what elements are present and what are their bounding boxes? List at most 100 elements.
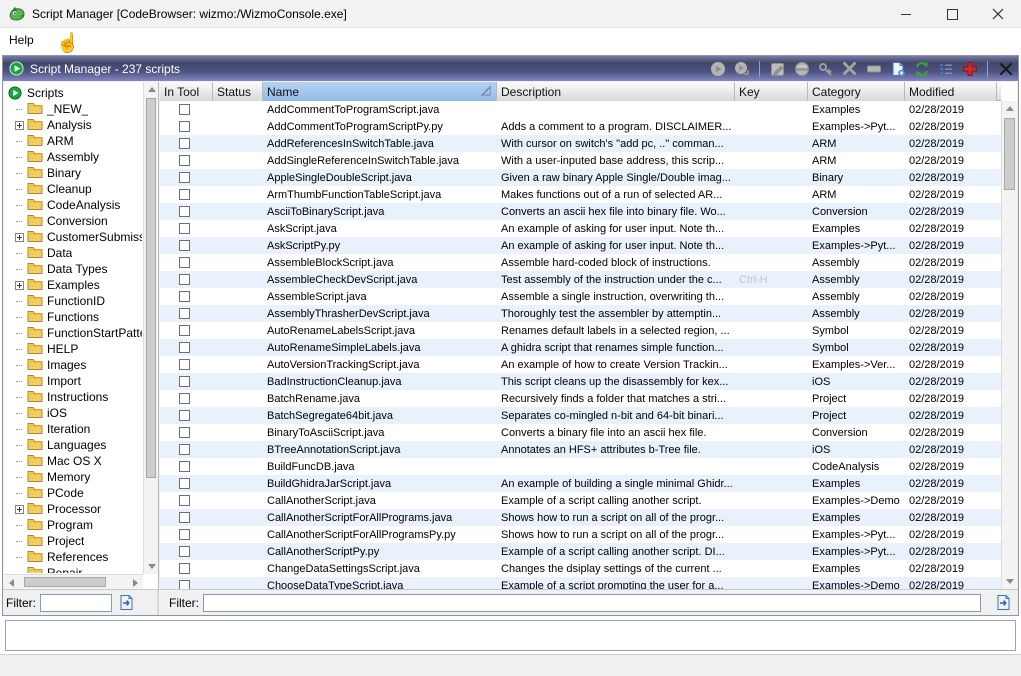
tree-item-data[interactable]: Data [6,245,142,261]
tree-item-program[interactable]: Program [6,517,142,533]
table-row[interactable]: AssemblyThrasherDevScript.java Thoroughly… [160,305,1001,322]
tree-item-memory[interactable]: Memory [6,469,142,485]
tree-item-mac-os-x[interactable]: Mac OS X [6,453,142,469]
assign-keybinding-icon[interactable] [817,60,834,77]
maximize-button[interactable] [929,0,975,28]
intool-checkbox[interactable] [179,444,190,455]
table-row[interactable]: AddSingleReferenceInSwitchTable.java With… [160,152,1001,169]
column-header-description[interactable]: Description [497,82,735,101]
tree-root-scripts[interactable]: Scripts [6,84,142,101]
tree-item-functions[interactable]: Functions [6,309,142,325]
run-last-script-icon[interactable] [733,60,750,77]
table-row[interactable]: AutoVersionTrackingScript.java An example… [160,356,1001,373]
intool-checkbox[interactable] [179,495,190,506]
table-row[interactable]: ChooseDataTypeScript.java Example of a sc… [160,577,1001,589]
table-row[interactable]: AssembleScript.java Assemble a single ins… [160,288,1001,305]
table-filter-input[interactable] [203,593,981,612]
intool-checkbox[interactable] [179,104,190,115]
tree-item-images[interactable]: Images [6,357,142,373]
intool-checkbox[interactable] [179,376,190,387]
tree-item-cleanup[interactable]: Cleanup [6,181,142,197]
tree-item-references[interactable]: References [6,549,142,565]
tree-hscroll-thumb[interactable] [24,577,106,587]
table-vscroll-thumb[interactable] [1004,118,1015,190]
tree-item-new[interactable]: _NEW_ [6,101,142,117]
column-header-key[interactable]: Key [735,82,808,101]
intool-checkbox[interactable] [179,325,190,336]
intool-checkbox[interactable] [179,189,190,200]
scroll-down-arrow[interactable] [1002,574,1017,589]
tree-item-project[interactable]: Project [6,533,142,549]
expand-plus-icon[interactable] [13,117,25,133]
tree-item-instructions[interactable]: Instructions [6,389,142,405]
tree-item-functionid[interactable]: FunctionID [6,293,142,309]
table-row[interactable]: BatchRename.java Recursively finds a fold… [160,390,1001,407]
intool-checkbox[interactable] [179,291,190,302]
refresh-script-list-icon[interactable] [913,60,930,77]
tree-item-functionstartpatte[interactable]: FunctionStartPatte [6,325,142,341]
menu-help[interactable]: Help [0,29,43,51]
tree-item-arm[interactable]: ARM [6,133,142,149]
intool-checkbox[interactable] [179,155,190,166]
table-row[interactable]: AddReferencesInSwitchTable.java With curs… [160,135,1001,152]
intool-checkbox[interactable] [179,580,190,589]
intool-checkbox[interactable] [179,427,190,438]
intool-checkbox[interactable] [179,240,190,251]
tree-item-iteration[interactable]: Iteration [6,421,142,437]
tree-filter-input[interactable] [40,593,112,612]
filter-options-icon[interactable] [118,594,135,611]
tree-item-languages[interactable]: Languages [6,437,142,453]
table-row[interactable]: AsciiToBinaryScript.java Converts an asci… [160,203,1001,220]
table-row[interactable]: BinaryToAsciiScript.java Converts a binar… [160,424,1001,441]
intool-checkbox[interactable] [179,478,190,489]
table-row[interactable]: BuildFuncDB.java CodeAnalysis 02/28/2019 [160,458,1001,475]
scroll-up-arrow[interactable] [144,82,158,97]
intool-checkbox[interactable] [179,223,190,234]
tree-item-repair[interactable]: Repair [6,565,142,573]
minimize-button[interactable] [883,0,929,28]
intool-checkbox[interactable] [179,359,190,370]
column-header-status[interactable]: Status [213,82,263,101]
column-header-name[interactable]: Name [263,82,497,101]
intool-checkbox[interactable] [179,257,190,268]
intool-checkbox[interactable] [179,410,190,421]
intool-checkbox[interactable] [179,529,190,540]
tree-item-import[interactable]: Import [6,373,142,389]
table-vertical-scrollbar[interactable] [1001,101,1017,589]
table-row[interactable]: CallAnotherScriptForAllPrograms.java Show… [160,509,1001,526]
intool-checkbox[interactable] [179,274,190,285]
table-row[interactable]: AssembleBlockScript.java Assemble hard-co… [160,254,1001,271]
filter-options-icon[interactable] [995,594,1012,611]
tree-item-analysis[interactable]: Analysis [6,117,142,133]
table-row[interactable]: ArmThumbFunctionTableScript.java Makes fu… [160,186,1001,203]
table-row[interactable]: ChangeDataSettingsScript.java Changes the… [160,560,1001,577]
tree-item-processor[interactable]: Processor [6,501,142,517]
tree-vscroll-thumb[interactable] [146,98,156,478]
tree-item-ios[interactable]: iOS [6,405,142,421]
intool-checkbox[interactable] [179,206,190,217]
tree-item-codeanalysis[interactable]: CodeAnalysis [6,197,142,213]
tree-horizontal-scrollbar[interactable] [4,574,143,589]
tree-item-pcode[interactable]: PCode [6,485,142,501]
new-script-icon[interactable] [889,60,906,77]
scroll-right-arrow[interactable] [128,575,143,589]
table-row[interactable]: CallAnotherScript.java Example of a scrip… [160,492,1001,509]
edit-script-icon[interactable] [769,60,786,77]
intool-checkbox[interactable] [179,563,190,574]
expand-plus-icon[interactable] [13,501,25,517]
eclipse-icon[interactable] [793,60,810,77]
tree-item-examples[interactable]: Examples [6,277,142,293]
run-script-icon[interactable] [709,60,726,77]
intool-checkbox[interactable] [179,308,190,319]
delete-script-icon[interactable] [841,60,858,77]
table-row[interactable]: AssembleCheckDevScript.java Test assembly… [160,271,1001,288]
table-row[interactable]: BatchSegregate64bit.java Separates co-min… [160,407,1001,424]
table-row[interactable]: CallAnotherScriptForAllProgramsPy.py Show… [160,526,1001,543]
intool-checkbox[interactable] [179,172,190,183]
tree-item-data-types[interactable]: Data Types [6,261,142,277]
tree-item-conversion[interactable]: Conversion [6,213,142,229]
tree-item-binary[interactable]: Binary [6,165,142,181]
column-header-in-tool[interactable]: In Tool [160,82,213,101]
table-row[interactable]: AskScript.java An example of asking for u… [160,220,1001,237]
table-row[interactable]: CallAnotherScriptPy.py Example of a scrip… [160,543,1001,560]
